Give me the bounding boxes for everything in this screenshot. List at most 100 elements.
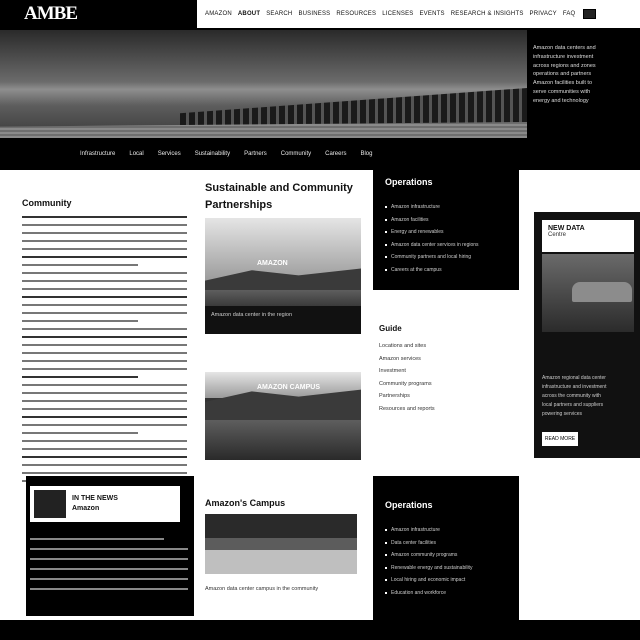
news-card[interactable]: IN THE NEWS Amazon bbox=[30, 486, 180, 522]
sidebar-text-line: across the community with bbox=[542, 393, 601, 399]
list-item[interactable]: Careers at the campus bbox=[385, 264, 509, 277]
nav-item[interactable]: EVENTS bbox=[419, 11, 444, 17]
list-item[interactable]: Amazon community programs bbox=[385, 549, 509, 562]
text-line bbox=[22, 376, 138, 378]
text-line bbox=[22, 448, 187, 450]
hero-image bbox=[0, 30, 527, 138]
campus-caption: Amazon data center campus in the communi… bbox=[205, 586, 319, 592]
subnav-item[interactable]: Blog bbox=[360, 151, 372, 157]
text-line bbox=[22, 344, 187, 346]
nav-item[interactable]: RESEARCH & INSIGHTS bbox=[451, 11, 524, 17]
site-logo[interactable]: AMBE bbox=[24, 3, 78, 25]
list-item[interactable]: Amazon data center services in regions bbox=[385, 239, 509, 252]
text-line bbox=[22, 456, 187, 458]
photo-vehicle bbox=[572, 282, 632, 302]
campus-photo[interactable] bbox=[205, 514, 357, 574]
text-line bbox=[22, 272, 187, 274]
hero-side-line: operations and partners bbox=[533, 71, 592, 78]
feature-photo-1[interactable]: AMAZON Amazon data center in the region bbox=[205, 218, 361, 334]
news-card-title: IN THE NEWS bbox=[72, 495, 118, 502]
footer-strip bbox=[0, 620, 640, 640]
nav-item[interactable]: ABOUT bbox=[238, 11, 260, 17]
text-line bbox=[22, 424, 187, 426]
list-item[interactable]: Community programs bbox=[379, 381, 511, 394]
list-item[interactable]: Locations and sites bbox=[379, 343, 511, 356]
text-line bbox=[22, 256, 187, 258]
text-line bbox=[22, 240, 187, 242]
sidebar-card-subtitle: Centre bbox=[548, 232, 567, 238]
subnav-item[interactable]: Infrastructure bbox=[80, 151, 115, 157]
photo-caption: AMAZON CAMPUS bbox=[257, 384, 320, 391]
subnav-item[interactable]: Community bbox=[281, 151, 311, 157]
text-line bbox=[22, 304, 187, 306]
sidebar-card[interactable]: NEW DATA Centre bbox=[542, 220, 634, 252]
text-line bbox=[22, 360, 187, 362]
text-line bbox=[22, 264, 138, 266]
subnav-item[interactable]: Sustainability bbox=[195, 151, 230, 157]
text-line bbox=[22, 224, 187, 226]
text-line bbox=[30, 548, 188, 550]
list-item[interactable]: Resources and reports bbox=[379, 406, 511, 419]
campus-title[interactable]: Amazon's Campus bbox=[205, 498, 361, 508]
list-item[interactable]: Local hiring and economic impact bbox=[385, 574, 509, 587]
subnav-item[interactable]: Services bbox=[158, 151, 181, 157]
feature-photo-2[interactable]: AMAZON CAMPUS bbox=[205, 372, 361, 460]
nav-item[interactable]: SEARCH bbox=[266, 11, 292, 17]
hero-side-line: Amazon data centers and bbox=[533, 45, 596, 51]
nav-item[interactable]: LICENSES bbox=[382, 11, 413, 17]
operations-box: Operations Amazon infrastructure Amazon f… bbox=[373, 170, 519, 290]
news-box: IN THE NEWS Amazon bbox=[26, 476, 194, 616]
secondary-navigation: Infrastructure Local Services Sustainabilit… bbox=[0, 138, 527, 170]
guide-title: Guide bbox=[379, 324, 402, 333]
sidebar-text: Amazon regional data center infrastructur… bbox=[542, 374, 634, 419]
subnav-item[interactable]: Local bbox=[129, 151, 143, 157]
hero-side-line: across regions and zones bbox=[533, 62, 596, 69]
news-thumbnail bbox=[34, 490, 66, 518]
text-line bbox=[30, 558, 188, 560]
nav-item[interactable]: FAQ bbox=[563, 11, 576, 17]
list-item[interactable]: Amazon facilities bbox=[385, 214, 509, 227]
text-line bbox=[22, 392, 187, 394]
sidebar-text-line: Amazon regional data center bbox=[542, 375, 606, 381]
operations-box-2: Operations Amazon infrastructure Data cen… bbox=[373, 476, 519, 620]
text-line bbox=[22, 216, 187, 218]
operations-list-2: Amazon infrastructure Data center facilit… bbox=[385, 524, 509, 599]
list-item[interactable]: Investment bbox=[379, 368, 511, 381]
list-item[interactable]: Partnerships bbox=[379, 393, 511, 406]
list-item[interactable]: Energy and renewables bbox=[385, 226, 509, 239]
menu-icon[interactable] bbox=[583, 9, 597, 19]
article-column: Community bbox=[0, 178, 195, 482]
sidebar-text-line: infrastructure and investment bbox=[542, 384, 607, 390]
text-line bbox=[22, 296, 187, 298]
list-item[interactable]: Education and workforce bbox=[385, 587, 509, 600]
text-line bbox=[22, 368, 187, 370]
hero-side-panel: Amazon data centers and infrastructure in… bbox=[527, 30, 640, 170]
text-line bbox=[22, 416, 187, 418]
text-line bbox=[22, 280, 187, 282]
list-item[interactable]: Amazon infrastructure bbox=[385, 201, 509, 214]
hero-side-line: serve communities with bbox=[533, 88, 591, 95]
photo-water bbox=[205, 420, 361, 460]
operations-title-2: Operations bbox=[385, 500, 433, 510]
nav-item[interactable]: BUSINESS bbox=[298, 11, 330, 17]
photo-footer: Amazon data center in the region bbox=[205, 306, 361, 334]
photo-caption: AMAZON bbox=[257, 260, 288, 267]
news-card-subtitle: Amazon bbox=[72, 505, 100, 512]
nav-item[interactable]: PRIVACY bbox=[530, 11, 557, 17]
nav-item[interactable]: RESOURCES bbox=[336, 11, 376, 17]
subnav-item[interactable]: Partners bbox=[244, 151, 267, 157]
list-item[interactable]: Community partners and local hiring bbox=[385, 251, 509, 264]
sidebar-card-title: NEW DATA bbox=[548, 225, 585, 232]
nav-item[interactable]: AMAZON bbox=[205, 11, 232, 17]
list-item[interactable]: Amazon infrastructure bbox=[385, 524, 509, 537]
list-item[interactable]: Data center facilities bbox=[385, 537, 509, 550]
list-item[interactable]: Renewable energy and sustainability bbox=[385, 562, 509, 575]
list-item[interactable]: Amazon services bbox=[379, 356, 511, 369]
article-title: Community bbox=[22, 198, 72, 208]
text-line bbox=[22, 432, 138, 434]
feature-title[interactable]: Sustainable and Community Partnerships bbox=[205, 180, 361, 214]
operations-title: Operations bbox=[385, 177, 433, 187]
read-more-button[interactable]: READ MORE bbox=[542, 432, 578, 446]
operations-list: Amazon infrastructure Amazon facilities En… bbox=[385, 201, 509, 276]
subnav-item[interactable]: Careers bbox=[325, 151, 346, 157]
